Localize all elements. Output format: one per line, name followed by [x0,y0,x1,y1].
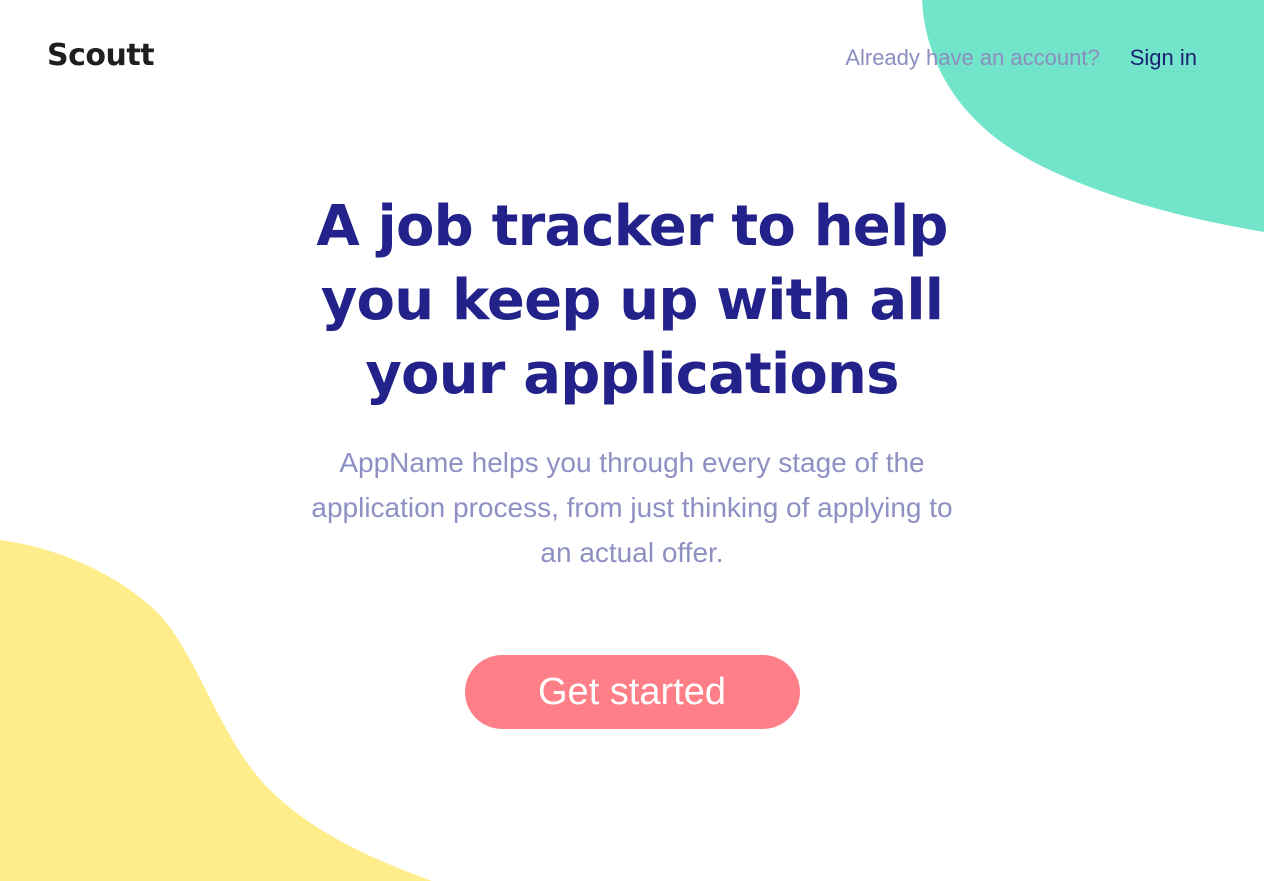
account-prompt: Already have an account? [845,45,1100,70]
hero-section: A job tracker to help you keep up with a… [0,190,1264,729]
brand-logo[interactable]: Scoutt [47,36,155,76]
hero-headline: A job tracker to help you keep up with a… [316,194,948,407]
get-started-button[interactable]: Get started [464,655,800,729]
hero-subtext: AppName helps you through every stage of… [311,447,953,568]
sign-in-link[interactable]: Sign in [1130,44,1197,72]
top-nav: Already have an account? Sign in [845,44,1197,72]
landing-page: Scoutt Already have an account? Sign in … [0,0,1264,881]
